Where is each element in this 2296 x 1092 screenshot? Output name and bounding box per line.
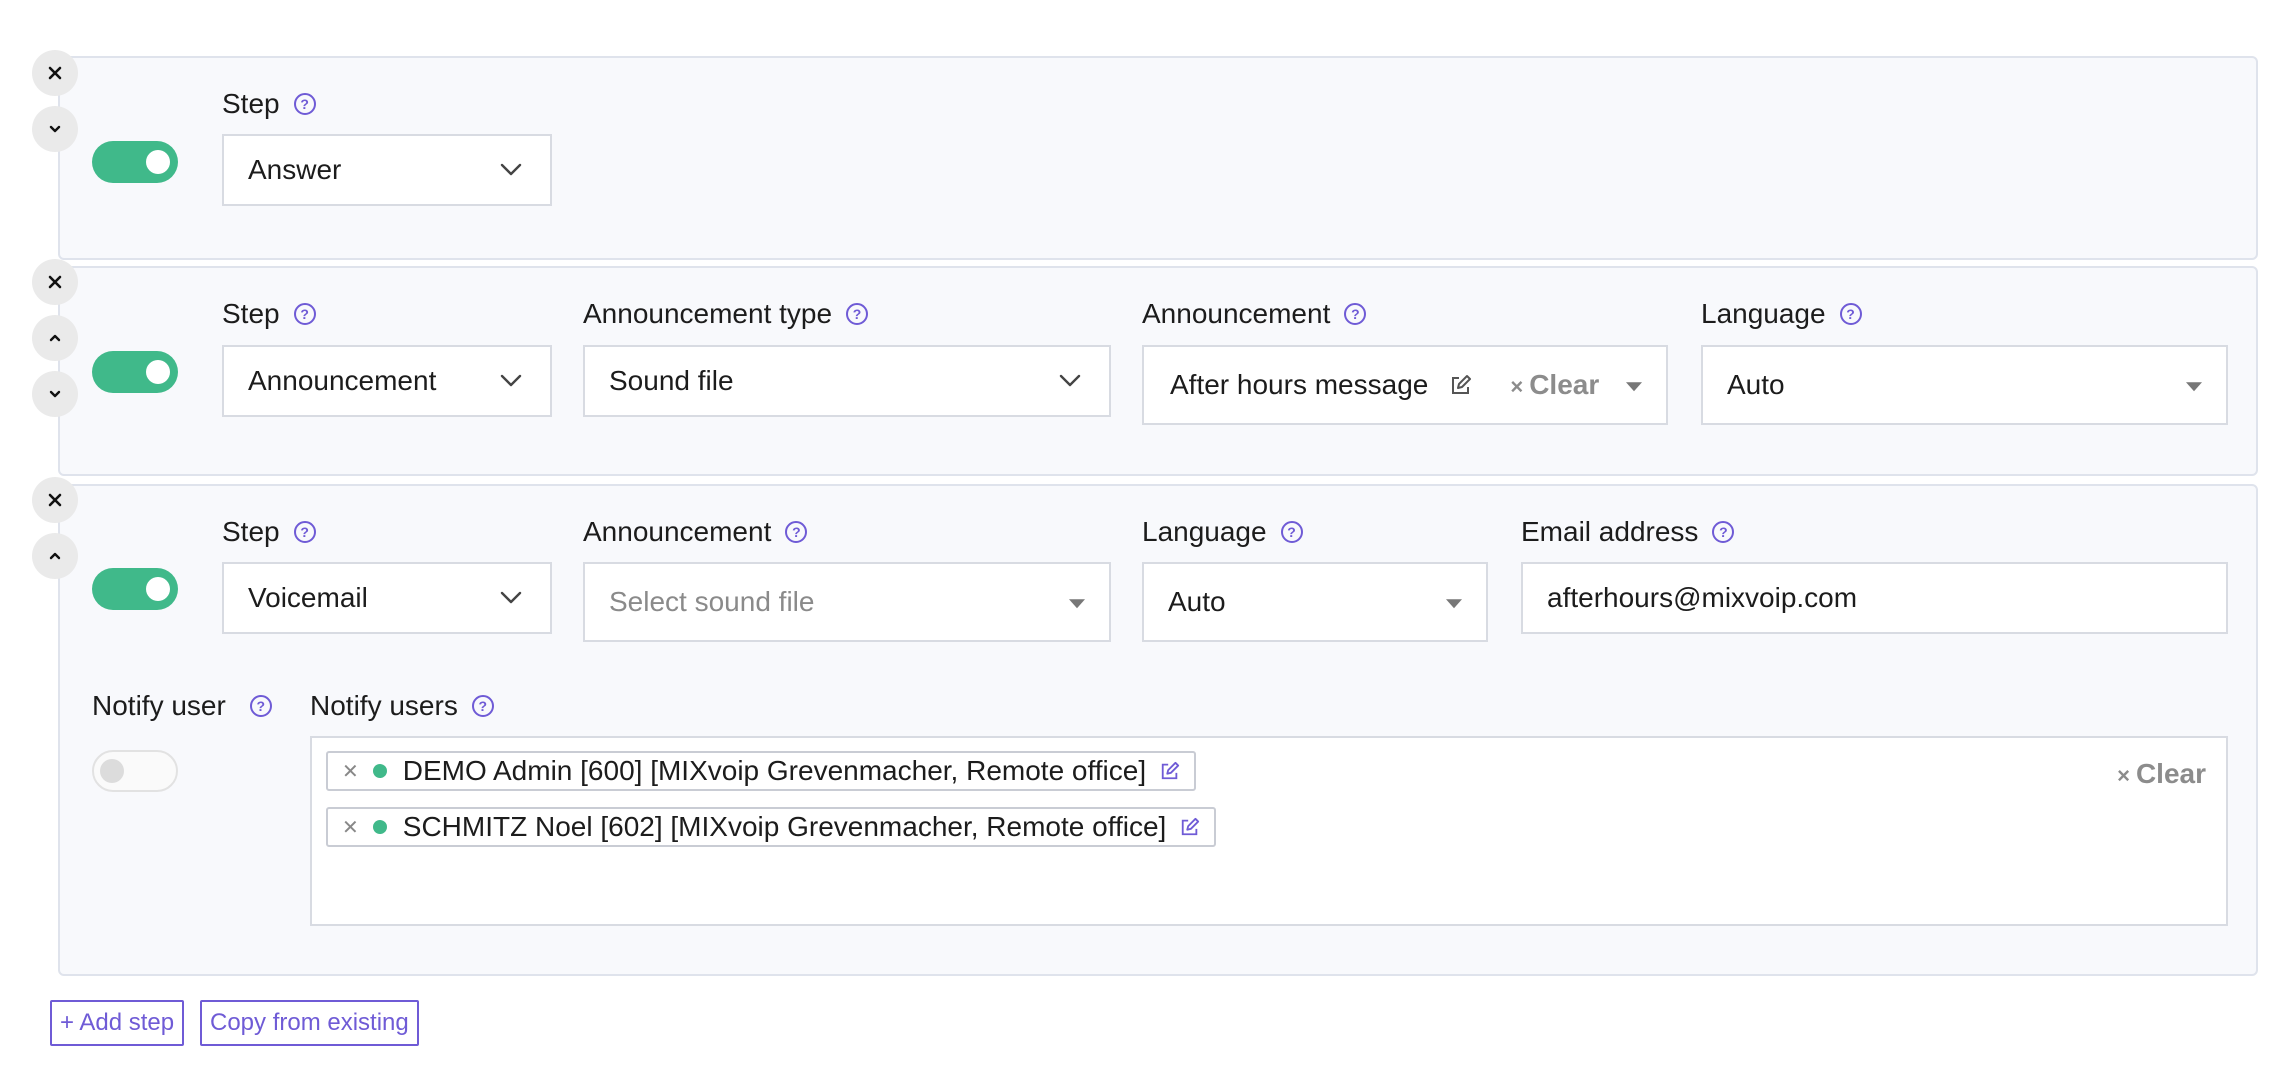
- remove-step-button[interactable]: [32, 477, 78, 523]
- step-enabled-toggle[interactable]: [92, 351, 178, 393]
- step-enabled-toggle[interactable]: [92, 568, 178, 610]
- caret-down-icon: [2186, 382, 2202, 392]
- announcement-label: Announcement?: [583, 516, 808, 548]
- chevron-up-icon: [49, 552, 61, 560]
- move-step-down-button[interactable]: [32, 106, 78, 152]
- clear-button[interactable]: × Clear: [2117, 758, 2206, 790]
- help-icon[interactable]: ?: [846, 303, 869, 325]
- help-icon[interactable]: ?: [293, 303, 316, 325]
- help-icon[interactable]: ?: [293, 521, 316, 543]
- notify-user-label: Notify user?: [92, 690, 272, 722]
- close-icon: ×: [2117, 763, 2130, 788]
- status-dot: [372, 820, 387, 834]
- help-icon[interactable]: ?: [249, 695, 272, 717]
- chevron-down-icon: [49, 390, 61, 398]
- announcement-select[interactable]: Select sound file: [583, 562, 1111, 642]
- close-icon: [48, 66, 62, 80]
- help-icon[interactable]: ?: [293, 93, 316, 115]
- remove-chip-icon[interactable]: ✕: [342, 759, 359, 784]
- copy-from-existing-button[interactable]: Copy from existing: [200, 1000, 419, 1046]
- help-icon[interactable]: ?: [785, 521, 808, 543]
- step-label: Step?: [222, 516, 316, 548]
- caret-down-icon: [1446, 599, 1462, 609]
- close-icon: ×: [1510, 374, 1524, 399]
- move-step-up-button[interactable]: [32, 315, 78, 361]
- announcement-label: Announcement?: [1142, 298, 1367, 330]
- remove-chip-icon[interactable]: ✕: [342, 815, 359, 840]
- move-step-down-button[interactable]: [32, 371, 78, 417]
- chevron-down-icon: [1059, 374, 1081, 387]
- announcement-select[interactable]: After hours message × Clear: [1142, 345, 1668, 425]
- step-label: Step?: [222, 88, 316, 120]
- selected-user-chip: ✕ SCHMITZ Noel [602] [MIXvoip Grevenmach…: [326, 807, 1217, 847]
- caret-down-icon: [1626, 382, 1642, 392]
- move-step-up-button[interactable]: [32, 533, 78, 579]
- help-icon[interactable]: ?: [1280, 521, 1303, 543]
- clear-button[interactable]: × Clear: [1510, 369, 1599, 401]
- remove-step-button[interactable]: [32, 50, 78, 96]
- help-icon[interactable]: ?: [1344, 303, 1367, 325]
- language-label: Language?: [1701, 298, 1862, 330]
- selected-user-chip: ✕ DEMO Admin [600] [MIXvoip Grevenmacher…: [326, 751, 1197, 791]
- language-label: Language?: [1142, 516, 1303, 548]
- step-enabled-toggle[interactable]: [92, 141, 178, 183]
- chevron-down-icon: [49, 125, 61, 133]
- step-select[interactable]: Announcement: [222, 345, 552, 417]
- email-label: Email address?: [1521, 516, 1735, 548]
- edit-icon[interactable]: [1180, 817, 1200, 837]
- edit-icon[interactable]: [1450, 374, 1472, 396]
- chevron-up-icon: [49, 334, 61, 342]
- help-icon[interactable]: ?: [471, 695, 494, 717]
- announcement-type-label: Announcement type?: [583, 298, 869, 330]
- status-dot: [372, 764, 387, 778]
- language-select[interactable]: Auto: [1142, 562, 1488, 642]
- help-icon[interactable]: ?: [1839, 303, 1862, 325]
- caret-down-icon: [1069, 599, 1085, 609]
- notify-user-toggle[interactable]: [92, 750, 178, 792]
- chevron-down-icon: [500, 591, 522, 604]
- close-icon: [48, 493, 62, 507]
- step-label: Step?: [222, 298, 316, 330]
- email-field[interactable]: afterhours@mixvoip.com: [1521, 562, 2228, 634]
- announcement-type-select[interactable]: Sound file: [583, 345, 1111, 417]
- chevron-down-icon: [500, 374, 522, 387]
- notify-users-label: Notify users?: [310, 690, 494, 722]
- close-icon: [48, 275, 62, 289]
- edit-icon[interactable]: [1160, 761, 1180, 781]
- chevron-down-icon: [500, 163, 522, 176]
- step-select[interactable]: Voicemail: [222, 562, 552, 634]
- help-icon[interactable]: ?: [1712, 521, 1735, 543]
- step-select[interactable]: Answer: [222, 134, 552, 206]
- add-step-button[interactable]: + Add step: [50, 1000, 185, 1046]
- language-select[interactable]: Auto: [1701, 345, 2228, 425]
- remove-step-button[interactable]: [32, 259, 78, 305]
